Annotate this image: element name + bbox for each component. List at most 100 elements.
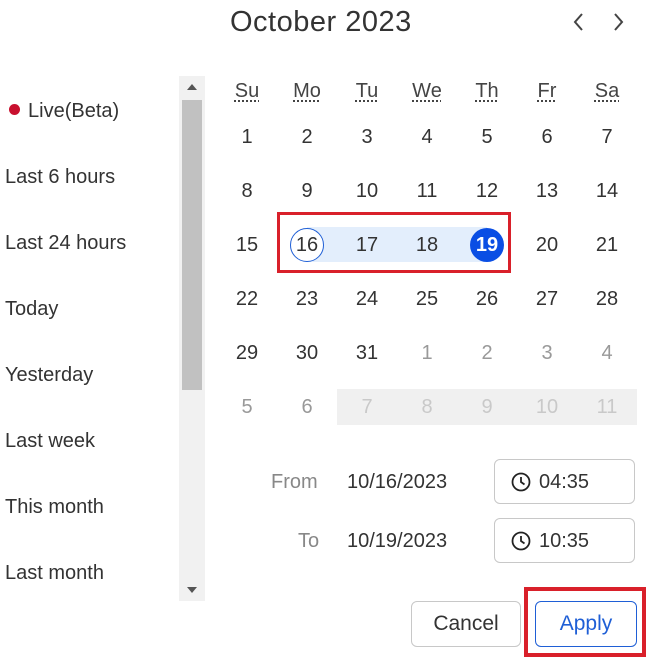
calendar-day[interactable]: 7: [577, 119, 637, 155]
cancel-button[interactable]: Cancel: [411, 601, 521, 647]
chevron-right-icon: [614, 13, 624, 31]
day-number: 22: [235, 288, 259, 310]
calendar-day[interactable]: 3: [517, 335, 577, 371]
scroll-thumb[interactable]: [182, 100, 202, 390]
from-time-value: 04:35: [539, 471, 590, 493]
preset-last-24-hours[interactable]: Last 24 hours: [5, 232, 126, 255]
calendar-day[interactable]: 7: [337, 389, 397, 425]
day-number: 13: [535, 180, 559, 202]
calendar-day[interactable]: 30: [277, 335, 337, 371]
calendar-day[interactable]: 16: [277, 227, 337, 263]
day-number: 15: [235, 234, 259, 256]
weekday-header: Tu: [355, 80, 379, 102]
next-month-button[interactable]: [606, 8, 630, 36]
day-number: 11: [596, 396, 618, 418]
weekday-header: Mo: [293, 80, 321, 102]
calendar-day[interactable]: 5: [217, 389, 277, 425]
preset-label: Last week: [5, 430, 96, 452]
calendar-day[interactable]: 6: [517, 119, 577, 155]
from-label: From: [271, 471, 318, 493]
calendar-day[interactable]: 26: [457, 281, 517, 317]
calendar-day[interactable]: 17: [337, 227, 397, 263]
preset-this-month[interactable]: This month: [5, 496, 104, 519]
calendar-day[interactable]: 19: [457, 227, 517, 263]
scroll-up-arrow-icon: [187, 84, 197, 90]
weekday-header: Th: [475, 80, 499, 102]
calendar-day[interactable]: 8: [217, 173, 277, 209]
preset-label: Yesterday: [5, 364, 94, 386]
calendar-day[interactable]: 6: [277, 389, 337, 425]
preset-last-week[interactable]: Last week: [5, 430, 95, 453]
day-number: 1: [241, 126, 253, 148]
calendar-day[interactable]: 24: [337, 281, 397, 317]
apply-button[interactable]: Apply: [535, 601, 637, 647]
calendar-day[interactable]: 4: [577, 335, 637, 371]
day-number: 29: [235, 342, 259, 364]
day-number: 6: [541, 126, 553, 148]
calendar-day[interactable]: 3: [337, 119, 397, 155]
weekday-header: We: [412, 80, 442, 102]
calendar-day[interactable]: 2: [277, 119, 337, 155]
calendar-day[interactable]: 4: [397, 119, 457, 155]
day-number: 19: [470, 228, 504, 262]
day-number: 20: [535, 234, 559, 256]
day-number: 7: [601, 126, 613, 148]
calendar-day[interactable]: 31: [337, 335, 397, 371]
calendar-day[interactable]: 10: [337, 173, 397, 209]
calendar-day[interactable]: 1: [397, 335, 457, 371]
day-number: 25: [415, 288, 439, 310]
calendar-day[interactable]: 8: [397, 389, 457, 425]
calendar-day[interactable]: 9: [277, 173, 337, 209]
month-title: October 2023: [230, 6, 412, 38]
preset-last-6-hours[interactable]: Last 6 hours: [5, 166, 115, 189]
calendar-day[interactable]: 10: [517, 389, 577, 425]
calendar-day[interactable]: 18: [397, 227, 457, 263]
day-number: 30: [295, 342, 319, 364]
to-time-input[interactable]: 10:35: [494, 518, 635, 563]
preset-scrollbar[interactable]: [179, 76, 205, 601]
calendar-day[interactable]: 20: [517, 227, 577, 263]
to-label: To: [298, 530, 320, 552]
calendar-day[interactable]: 27: [517, 281, 577, 317]
day-number: 24: [355, 288, 379, 310]
calendar-day[interactable]: 14: [577, 173, 637, 209]
calendar-day[interactable]: 11: [577, 389, 637, 425]
from-date-value: 10/16/2023: [347, 471, 448, 493]
day-number: 3: [361, 126, 373, 148]
prev-month-button[interactable]: [567, 8, 591, 36]
preset-live-beta[interactable]: Live(Beta): [0, 100, 119, 123]
calendar-day[interactable]: 9: [457, 389, 517, 425]
calendar-day[interactable]: 2: [457, 335, 517, 371]
day-number: 21: [595, 234, 619, 256]
preset-label: Live(Beta): [28, 100, 120, 122]
scroll-up-button[interactable]: [179, 76, 205, 96]
calendar-day[interactable]: 11: [397, 173, 457, 209]
weekday-header: Fr: [537, 80, 557, 102]
day-number: 6: [301, 396, 313, 418]
calendar-day[interactable]: 28: [577, 281, 637, 317]
calendar-day[interactable]: 1: [217, 119, 277, 155]
preset-label: Today: [5, 298, 59, 320]
scroll-down-button[interactable]: [179, 581, 205, 601]
calendar-day[interactable]: 5: [457, 119, 517, 155]
day-number: 27: [535, 288, 559, 310]
clock-icon: [511, 531, 531, 551]
calendar-day[interactable]: 25: [397, 281, 457, 317]
calendar-day[interactable]: 23: [277, 281, 337, 317]
preset-label: Last 24 hours: [5, 232, 127, 254]
calendar-day[interactable]: 22: [217, 281, 277, 317]
calendar-day[interactable]: 21: [577, 227, 637, 263]
preset-yesterday[interactable]: Yesterday: [5, 364, 93, 387]
preset-last-month[interactable]: Last month: [5, 562, 104, 585]
to-date-value: 10/19/2023: [347, 530, 448, 552]
day-number: 2: [481, 342, 493, 364]
day-number: 11: [416, 180, 438, 202]
calendar-day[interactable]: 13: [517, 173, 577, 209]
calendar-day[interactable]: 29: [217, 335, 277, 371]
day-number: 26: [475, 288, 499, 310]
day-number: 23: [295, 288, 319, 310]
calendar-day[interactable]: 15: [217, 227, 277, 263]
preset-today[interactable]: Today: [5, 298, 58, 321]
calendar-day[interactable]: 12: [457, 173, 517, 209]
from-time-input[interactable]: 04:35: [494, 459, 635, 504]
